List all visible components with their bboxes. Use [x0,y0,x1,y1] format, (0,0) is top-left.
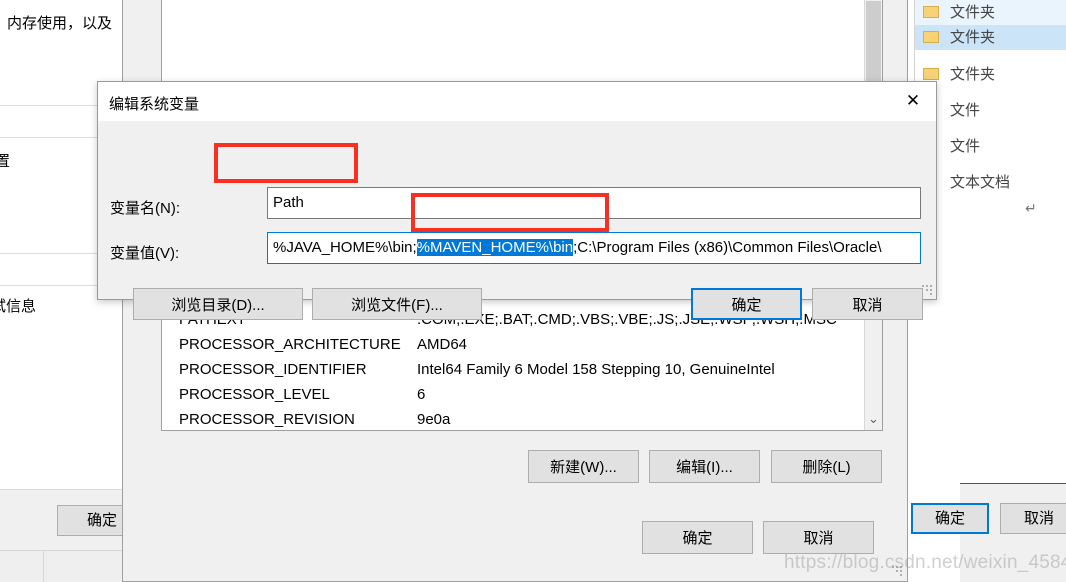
variable-name-input[interactable]: Path [267,187,921,219]
value-prefix-text: %JAVA_HOME%\bin; [273,239,417,256]
folder-icon [923,6,939,18]
table-row[interactable]: PROCESSOR_ARCHITECTURE AMD64 [162,332,862,357]
variable-value: 6 [417,386,426,403]
background-right-cancel-button[interactable]: 取消 [1000,503,1066,534]
edit-variable-button[interactable]: 编辑(I)... [649,450,760,483]
delete-variable-button[interactable]: 删除(L) [771,450,882,483]
chevron-down-icon[interactable]: ⌄ [865,411,882,428]
explorer-row[interactable]: 文件 [915,98,1066,123]
explorer-row-label: 文件 [950,138,981,155]
variable-name-label: 变量名(N): [110,200,180,217]
variable-name: PSModulePath [179,425,279,430]
value-selected-text: %MAVEN_HOME%\bin [416,239,574,256]
explorer-row-label: 文件夹 [950,4,996,21]
variable-value: %ProgramFiles%\WindowsPowerShell\Modules… [417,425,835,430]
variable-name: PROCESSOR_ARCHITECTURE [179,336,401,353]
edit-system-variable-dialog: 编辑系统变量 ✕ 变量名(N): Path 变量值(V): %JAVA_HOME… [97,81,937,320]
edit-dialog-cancel-button[interactable]: 取消 [812,288,923,320]
browse-file-button[interactable]: 浏览文件(F)... [312,288,482,320]
explorer-row[interactable]: 文件夹 [915,62,1066,87]
edit-dialog-ok-button[interactable]: 确定 [691,288,802,320]
watermark: https://blog.csdn.net/weixin_45842494 [784,552,1066,573]
background-right-ok-button[interactable]: 确定 [911,503,989,534]
background-taskbar-cells [0,550,124,582]
variable-value-label: 变量值(V): [110,245,180,262]
variable-value: Intel64 Family 6 Model 158 Stepping 10, … [417,361,775,378]
env-dialog-ok-button[interactable]: 确定 [642,521,753,554]
table-row[interactable]: PSModulePath %ProgramFiles%\WindowsPower… [162,425,862,430]
value-suffix-text: ;C:\Program Files (x86)\Common Files\Ora… [573,239,882,256]
explorer-row[interactable]: 文件 [915,134,1066,159]
explorer-row-label: 文件夹 [950,29,996,46]
dialog-resize-grip[interactable] [921,284,933,296]
return-arrow-icon: ↵ [1025,200,1037,216]
env-dialog-cancel-button[interactable]: 取消 [763,521,874,554]
variable-name: PROCESSOR_IDENTIFIER [179,361,367,378]
variable-value-input[interactable]: %JAVA_HOME%\bin;%MAVEN_HOME%\bin;C:\Prog… [267,232,921,264]
new-variable-button[interactable]: 新建(W)... [528,450,639,483]
taskbar-cell [0,550,44,582]
folder-icon [923,31,939,43]
background-text-debug-info: 调试信息 [0,298,37,315]
variable-name: PROCESSOR_LEVEL [179,386,330,403]
explorer-row[interactable]: 文件夹 [915,0,1066,25]
dialog-title: 编辑系统变量 [109,96,200,113]
table-row[interactable]: PROCESSOR_IDENTIFIER Intel64 Family 6 Mo… [162,357,862,382]
background-left-ok-button[interactable]: 确定 [57,505,124,536]
explorer-row-label: 文件 [950,102,981,119]
dialog-body: 变量名(N): Path 变量值(V): %JAVA_HOME%\bin;%MA… [98,121,936,320]
explorer-row[interactable]: 文本文档 [915,170,1066,195]
taskbar-cell [44,550,124,582]
explorer-row[interactable]: 文件夹 [915,25,1066,50]
explorer-row-label: 文件夹 [950,66,996,83]
variable-value: AMD64 [417,336,468,353]
close-icon[interactable]: ✕ [890,82,936,120]
explorer-row-label: 文本文档 [950,174,1011,191]
dialog-titlebar: 编辑系统变量 ✕ [98,82,936,121]
scrollbar-thumb[interactable] [866,1,881,91]
background-text-settings: 设置 [0,150,10,171]
background-text-memory: ，内存使用，以及 [0,15,113,32]
browse-directory-button[interactable]: 浏览目录(D)... [133,288,303,320]
folder-icon [923,68,939,80]
table-row[interactable]: PROCESSOR_LEVEL 6 [162,382,862,407]
